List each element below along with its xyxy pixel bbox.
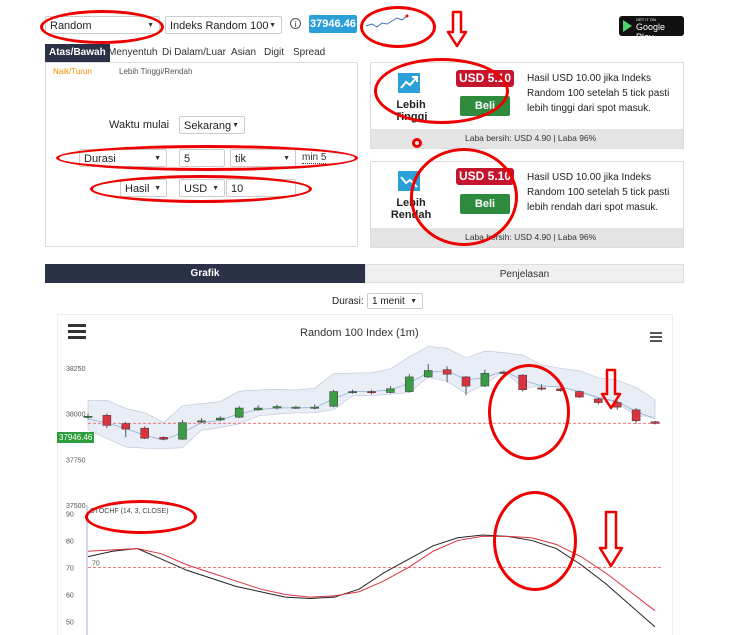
stoch-tick-label: 60 xyxy=(66,592,74,599)
stoch-tick-label: 80 xyxy=(66,538,74,545)
volatility-band xyxy=(87,346,656,449)
stoch-tick-label: 90 xyxy=(66,511,74,518)
candle-body xyxy=(83,416,93,418)
last-price-label: 37946.46 xyxy=(57,432,95,443)
candle-body xyxy=(102,415,112,426)
candle-body xyxy=(348,391,357,394)
price-tick-label: 38000 xyxy=(66,412,86,419)
candle-body xyxy=(575,391,584,398)
candle-body xyxy=(178,422,187,440)
candle-body xyxy=(442,369,452,375)
candle-body xyxy=(121,423,131,430)
candle-body xyxy=(650,421,660,424)
candle-body xyxy=(556,388,565,391)
candle-body xyxy=(234,407,244,418)
stoch-d-line xyxy=(87,535,656,612)
price-tick-label: 37500 xyxy=(66,503,86,510)
candle-body xyxy=(310,406,320,409)
down-arrow-icon xyxy=(600,368,622,410)
candle-body xyxy=(329,391,338,407)
stoch-tick-label: 50 xyxy=(66,619,74,626)
candle-body xyxy=(253,407,263,411)
stoch-label: STOCHF (14, 3, CLOSE) xyxy=(90,508,169,515)
candle-body xyxy=(272,406,282,409)
candle-body xyxy=(367,391,376,394)
candle-body xyxy=(518,374,527,390)
stoch-level-label: 70 xyxy=(92,560,100,567)
stoch-tick-label: 70 xyxy=(66,565,74,572)
candle-body xyxy=(480,373,490,387)
down-arrow-icon xyxy=(446,10,468,48)
candle-body xyxy=(216,417,225,421)
stoch-k-line xyxy=(87,534,656,628)
down-arrow-icon xyxy=(598,510,624,568)
candle-body xyxy=(386,388,395,393)
price-tick-label: 38250 xyxy=(66,366,86,373)
candle-body xyxy=(499,372,509,374)
candle-body xyxy=(537,387,546,390)
candle-body xyxy=(461,376,471,387)
price-tick-label: 37750 xyxy=(66,457,86,464)
candle-body xyxy=(140,427,149,439)
candle-body xyxy=(291,406,301,409)
candle-body xyxy=(159,437,168,440)
candle-body xyxy=(405,376,414,392)
candle-body xyxy=(423,370,433,378)
candle-body xyxy=(197,420,206,423)
candle-body xyxy=(631,409,641,422)
